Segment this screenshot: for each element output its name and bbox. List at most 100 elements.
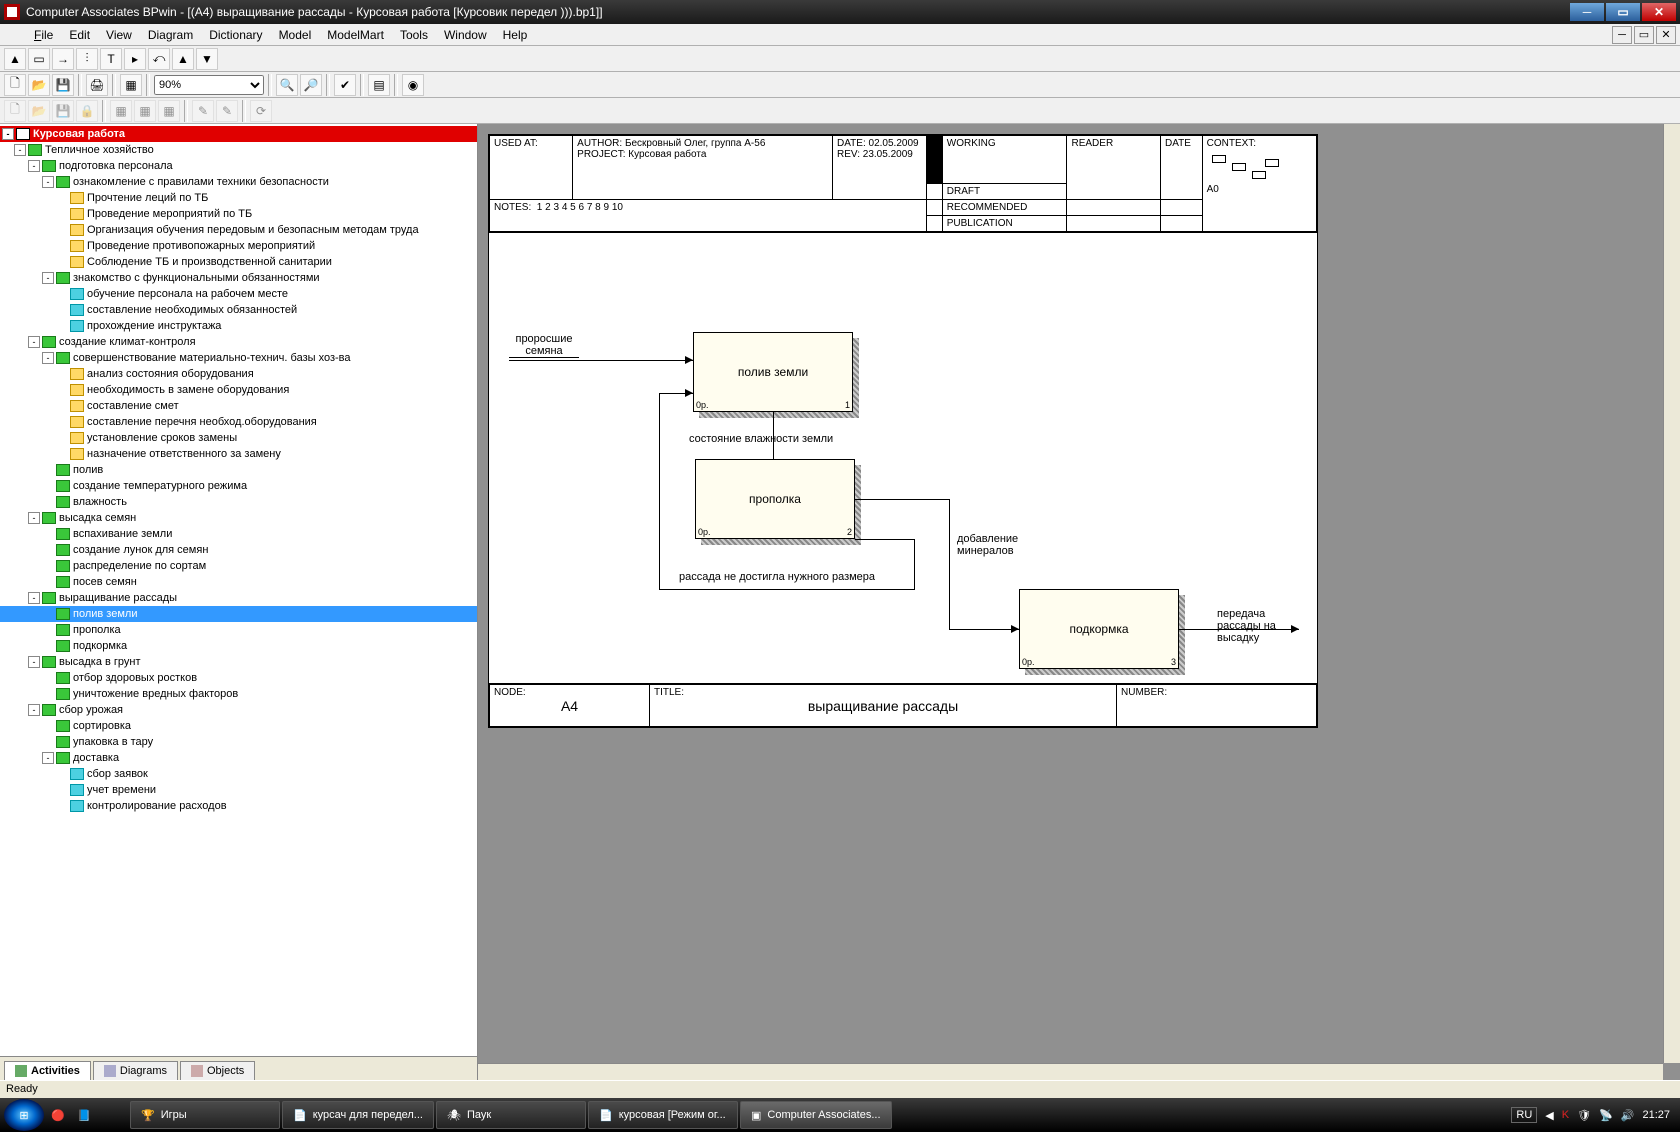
menu-dictionary[interactable]: Dictionary — [201, 26, 270, 44]
tree-item[interactable]: -создание климат-контроля — [0, 334, 477, 350]
tree-item[interactable]: прополка — [0, 622, 477, 638]
report-button[interactable]: ▤ — [368, 74, 390, 96]
undo-curve-tool[interactable]: ⤺ — [148, 48, 170, 70]
tab-activities[interactable]: Activities — [4, 1061, 91, 1080]
language-indicator[interactable]: RU — [1511, 1107, 1537, 1123]
mm-btn-1[interactable]: 🗋 — [4, 100, 26, 122]
text-tool[interactable]: T — [100, 48, 122, 70]
menu-file[interactable]: File — [26, 26, 61, 44]
tree-item[interactable]: -высадка в грунт — [0, 654, 477, 670]
model-explorer-button[interactable]: ▦ — [120, 74, 142, 96]
mm-btn-9[interactable]: ✎ — [216, 100, 238, 122]
tree-item[interactable]: сортировка — [0, 718, 477, 734]
tree-item[interactable]: прохождение инструктажа — [0, 318, 477, 334]
tree-item[interactable]: -выращивание рассады — [0, 590, 477, 606]
clock[interactable]: 21:27 — [1642, 1109, 1670, 1121]
menu-edit[interactable]: Edit — [61, 26, 98, 44]
tree-item[interactable]: -знакомство с функциональными обязанност… — [0, 270, 477, 286]
tree-item[interactable]: полив земли — [0, 606, 477, 622]
tree-item[interactable]: посев семян — [0, 574, 477, 590]
close-button[interactable]: ✕ — [1642, 3, 1676, 21]
tree-item[interactable]: упаковка в тару — [0, 734, 477, 750]
mm-btn-5[interactable]: ▦ — [110, 100, 132, 122]
activity-box-3[interactable]: подкормка 0р. 3 — [1019, 589, 1179, 669]
zoom-in-button[interactable]: 🔍 — [276, 74, 298, 96]
task-5[interactable]: ▣ Computer Associates... — [740, 1101, 892, 1129]
tree-item[interactable]: Прочтение леций по ТБ — [0, 190, 477, 206]
tree-item[interactable]: контролирование расходов — [0, 798, 477, 814]
mdi-minimize-button[interactable]: ─ — [1612, 26, 1632, 44]
tray-icon-4[interactable]: 📡 — [1599, 1109, 1613, 1122]
arrow-tool[interactable]: → — [52, 48, 74, 70]
tree-item[interactable]: отбор здоровых ростков — [0, 670, 477, 686]
activity-tool[interactable]: ▭ — [28, 48, 50, 70]
tree-item[interactable]: составление смет — [0, 398, 477, 414]
tree-item[interactable]: создание лунок для семян — [0, 542, 477, 558]
menu-diagram[interactable]: Diagram — [140, 26, 201, 44]
task-3[interactable]: 🕷 Паук — [436, 1101, 586, 1129]
nav-down-tool[interactable]: ▼ — [196, 48, 218, 70]
tree-item[interactable]: подкормка — [0, 638, 477, 654]
horizontal-scrollbar[interactable] — [478, 1063, 1663, 1080]
task-2[interactable]: 📄 курсач для передел... — [282, 1101, 434, 1129]
tree-item[interactable]: уничтожение вредных факторов — [0, 686, 477, 702]
tree-item[interactable]: -совершенствование материально-технич. б… — [0, 350, 477, 366]
tray-icon-1[interactable]: ◀ — [1545, 1109, 1553, 1122]
tree-item[interactable]: Проведение противопожарных мероприятий — [0, 238, 477, 254]
menu-view[interactable]: View — [98, 26, 140, 44]
drill-up-tool[interactable]: ▸ — [124, 48, 146, 70]
tree-item[interactable]: составление необходимых обязанностей — [0, 302, 477, 318]
open-button[interactable]: 📂 — [28, 74, 50, 96]
new-button[interactable]: 🗋 — [4, 74, 26, 96]
quicklaunch-1[interactable]: 🔴 — [46, 1101, 70, 1129]
tree-item[interactable]: сбор заявок — [0, 766, 477, 782]
mm-btn-10[interactable]: ⟳ — [250, 100, 272, 122]
task-4[interactable]: 📄 курсовая [Режим ог... — [588, 1101, 738, 1129]
tab-diagrams[interactable]: Diagrams — [93, 1061, 178, 1080]
tree-item[interactable]: установление сроков замены — [0, 430, 477, 446]
menu-tools[interactable]: Tools — [392, 26, 436, 44]
pointer-tool[interactable]: ▲ — [4, 48, 26, 70]
nav-up-tool[interactable]: ▲ — [172, 48, 194, 70]
tree-root[interactable]: -Курсовая работа — [0, 126, 477, 142]
modelmart-button[interactable]: ◉ — [402, 74, 424, 96]
menu-modelmart[interactable]: ModelMart — [319, 26, 392, 44]
mdi-restore-button[interactable]: ▭ — [1634, 26, 1654, 44]
squiggle-tool[interactable]: ⫶ — [76, 48, 98, 70]
minimize-button[interactable]: ─ — [1570, 3, 1604, 21]
model-tree[interactable]: -Курсовая работа-Тепличное хозяйство-под… — [0, 124, 477, 1056]
mdi-close-button[interactable]: ✕ — [1656, 26, 1676, 44]
tree-item[interactable]: полив — [0, 462, 477, 478]
tree-item[interactable]: составление перечня необход.оборудования — [0, 414, 477, 430]
zoom-out-button[interactable]: 🔎 — [300, 74, 322, 96]
mm-btn-4[interactable]: 🔒 — [76, 100, 98, 122]
tree-item[interactable]: Соблюдение ТБ и производственной санитар… — [0, 254, 477, 270]
quicklaunch-2[interactable]: 📘 — [72, 1101, 96, 1129]
print-button[interactable]: 🖨 — [86, 74, 108, 96]
tree-item[interactable]: Организация обучения передовым и безопас… — [0, 222, 477, 238]
vertical-scrollbar[interactable] — [1663, 124, 1680, 1063]
menu-help[interactable]: Help — [495, 26, 536, 44]
tree-item[interactable]: -высадка семян — [0, 510, 477, 526]
task-1[interactable]: 🏆 Игры — [130, 1101, 280, 1129]
mm-btn-6[interactable]: ▦ — [134, 100, 156, 122]
diagram-body[interactable]: полив земли 0р. 1 прополка 0р. 2 подкорм… — [489, 233, 1317, 683]
maximize-button[interactable]: ▭ — [1606, 3, 1640, 21]
zoom-select[interactable]: 90% — [154, 75, 264, 95]
tray-icon-5[interactable]: 🔊 — [1621, 1109, 1635, 1122]
tree-item[interactable]: вспахивание земли — [0, 526, 477, 542]
tray-icon-3[interactable]: 🛡 — [1577, 1109, 1591, 1122]
tab-objects[interactable]: Objects — [180, 1061, 255, 1080]
tree-item[interactable]: влажность — [0, 494, 477, 510]
tree-item[interactable]: учет времени — [0, 782, 477, 798]
mm-btn-3[interactable]: 💾 — [52, 100, 74, 122]
tree-item[interactable]: Проведение мероприятий по ТБ — [0, 206, 477, 222]
tree-item[interactable]: -подготовка персонала — [0, 158, 477, 174]
tree-item[interactable]: -доставка — [0, 750, 477, 766]
save-button[interactable]: 💾 — [52, 74, 74, 96]
start-button[interactable]: ⊞ — [4, 1099, 44, 1131]
diagram-canvas[interactable]: USED AT: AUTHOR: Бескровный Олег, группа… — [478, 124, 1680, 1080]
tree-item[interactable]: обучение персонала на рабочем месте — [0, 286, 477, 302]
spell-check-button[interactable]: ✔ — [334, 74, 356, 96]
activity-box-1[interactable]: полив земли 0р. 1 — [693, 332, 853, 412]
